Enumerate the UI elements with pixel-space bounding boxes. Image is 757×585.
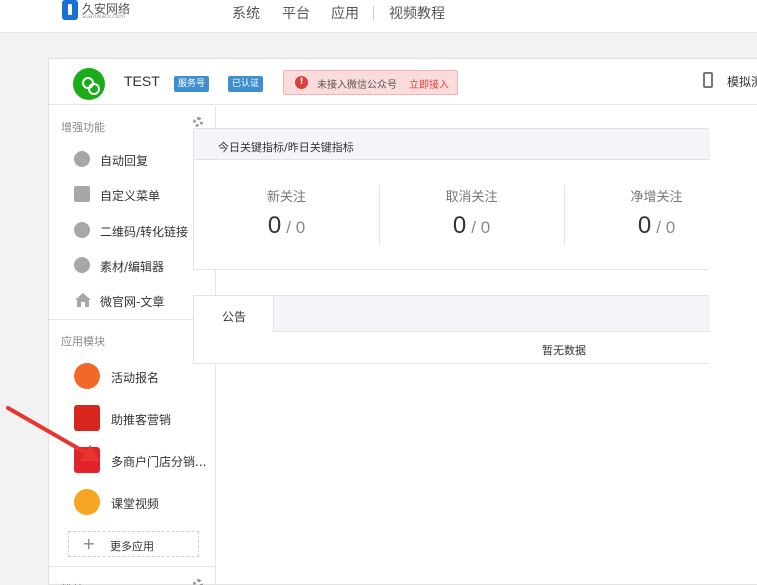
enhance-section-header: 增强功能 xyxy=(49,109,216,139)
kpi-yesterday-value: / 0 xyxy=(286,218,306,237)
kpi-today-value: 0 xyxy=(637,212,652,239)
sidebar: 增强功能 自动回复 自定义菜单 二维码/转化链接 素材/编辑器 微官网-文章 应… xyxy=(49,106,216,585)
gear-icon[interactable] xyxy=(193,117,203,127)
kpi-label: 新关注 xyxy=(266,190,306,205)
apps-section-title: 应用模块 xyxy=(61,335,105,348)
more-apps-label: 更多应用 xyxy=(110,540,154,553)
kpi-yesterday-value: / 0 xyxy=(656,218,676,237)
top-nav: 久安网络 suanwatv.com 系统 平台 应用 视频教程 xyxy=(0,0,757,33)
verified-badge: 已认证 xyxy=(228,76,264,92)
fans-section-title: 粉丝 xyxy=(61,581,83,585)
sidebar-item-label: 素材/编辑器 xyxy=(100,260,165,274)
fans-section-header: 粉丝 xyxy=(49,571,216,585)
kpi-panel-title: 今日关键指标/昨日关键指标 xyxy=(218,141,354,154)
kpi-net-follows: 净增关注 0 / 0 xyxy=(564,160,749,270)
connect-now-link[interactable]: 立即接入 xyxy=(409,76,449,91)
event-signup-app-icon xyxy=(74,363,100,389)
sidebar-item-label: 二维码/转化链接 xyxy=(100,225,189,239)
sidebar-item-label: 多商户门店分销... xyxy=(111,455,207,469)
home-icon xyxy=(75,293,91,307)
sidebar-item-class-video[interactable]: 课堂视频 xyxy=(49,485,216,521)
tab-notice[interactable]: 公告 xyxy=(194,296,274,332)
kpi-value: 0 / 0 xyxy=(564,212,749,240)
nav-video-tutorials[interactable]: 视频教程 xyxy=(389,3,445,23)
sidebar-item-label: 助推客营销 xyxy=(111,413,172,427)
kpi-panel-header: 今日关键指标/昨日关键指标 xyxy=(194,129,710,160)
red-annotation-arrow xyxy=(6,406,100,461)
class-video-app-icon xyxy=(74,489,100,515)
tab-notice-label: 公告 xyxy=(221,310,246,324)
plus-icon: + xyxy=(82,534,96,553)
sidebar-item-event-signup[interactable]: 活动报名 xyxy=(49,359,216,395)
kpi-value: 0 / 0 xyxy=(379,212,564,240)
nav-platform[interactable]: 平台 xyxy=(282,3,310,23)
kpi-unfollows: 取消关注 0 / 0 xyxy=(379,160,564,270)
notice-tab-bar: 公告 xyxy=(194,296,710,332)
sidebar-item-label: 微官网-文章 xyxy=(100,295,165,309)
sidebar-item-label: 活动报名 xyxy=(111,371,160,385)
kpi-today-value: 0 xyxy=(452,212,467,239)
nav-divider xyxy=(373,6,374,20)
chat-bubble-icon xyxy=(74,151,90,167)
sidebar-item-label: 自定义菜单 xyxy=(100,189,161,203)
document-edit-icon xyxy=(74,186,90,202)
gear-icon[interactable] xyxy=(193,579,203,585)
exclamation-icon: ! xyxy=(295,76,308,89)
nav-system[interactable]: 系统 xyxy=(232,3,260,23)
site-logo[interactable]: 久安网络 suanwatv.com xyxy=(62,0,130,22)
kpi-today-value: 0 xyxy=(267,212,282,239)
logo-icon xyxy=(62,0,78,20)
section-divider xyxy=(49,566,216,567)
kpi-new-follows: 新关注 0 / 0 xyxy=(194,160,379,270)
pencil-icon xyxy=(74,257,90,273)
enhance-section-title: 增强功能 xyxy=(61,121,105,134)
section-divider xyxy=(49,319,216,320)
kpi-label: 取消关注 xyxy=(445,190,498,205)
sidebar-item-label: 自动回复 xyxy=(100,154,149,168)
service-account-badge: 服务号 xyxy=(174,76,210,92)
sidebar-item-micro-site[interactable]: 微官网-文章 xyxy=(49,285,216,315)
kpi-yesterday-value: / 0 xyxy=(471,218,491,237)
sidebar-item-label: 课堂视频 xyxy=(111,497,160,511)
account-bar: TEST 服务号 已认证 ! 未接入微信公众号 立即接入 模拟测 xyxy=(49,59,757,105)
kpi-panel: 今日关键指标/昨日关键指标 新关注 0 / 0 取消关注 0 / 0 净增关注 … xyxy=(193,128,710,270)
more-apps-button[interactable]: + 更多应用 xyxy=(68,531,199,557)
nav-apps[interactable]: 应用 xyxy=(331,3,359,23)
kpi-value: 0 / 0 xyxy=(194,212,379,240)
sidebar-item-custom-menu[interactable]: 自定义菜单 xyxy=(49,179,216,209)
sidebar-item-qrcode[interactable]: 二维码/转化链接 xyxy=(49,215,216,245)
notice-panel: 公告 暂无数据 xyxy=(193,295,710,364)
miniprogram-icon xyxy=(73,68,105,100)
not-connected-alert: ! 未接入微信公众号 立即接入 xyxy=(283,70,458,95)
phone-icon xyxy=(703,72,713,88)
apps-section-header: 应用模块 xyxy=(49,323,216,353)
sidebar-item-auto-reply[interactable]: 自动回复 xyxy=(49,144,216,174)
qrcode-link-icon xyxy=(74,222,90,238)
account-name: TEST xyxy=(124,73,160,89)
empty-state-text: 暂无数据 xyxy=(542,344,586,357)
sidebar-item-materials[interactable]: 素材/编辑器 xyxy=(49,250,216,280)
alert-message: 未接入微信公众号 xyxy=(317,80,397,91)
kpi-label: 净增关注 xyxy=(630,190,683,205)
logo-subtext: suanwatv.com xyxy=(82,13,126,20)
simulator-label: 模拟测 xyxy=(727,75,757,89)
